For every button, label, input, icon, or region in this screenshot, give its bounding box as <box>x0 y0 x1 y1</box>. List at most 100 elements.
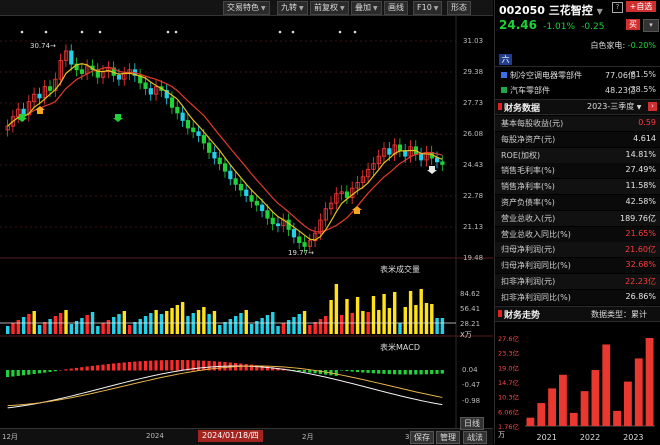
volume-bar <box>260 318 264 334</box>
finance-period-select[interactable]: 2023-三季度 ▼ <box>587 101 641 112</box>
buy-button[interactable]: 买 <box>626 19 640 30</box>
adjust-button[interactable]: 前复权 ▼ <box>310 1 349 15</box>
trend-y-label: 1.76亿 <box>498 422 519 431</box>
candle-body <box>397 144 403 151</box>
macd-bar <box>96 365 100 371</box>
divider <box>495 66 660 67</box>
volume-bar <box>202 307 206 334</box>
macd-bar <box>424 370 428 375</box>
macd-bar <box>334 370 338 376</box>
volume-bar <box>286 320 291 334</box>
trade-feature-button[interactable]: 交易特色 ▼ <box>223 1 270 15</box>
volume-bar <box>228 319 233 334</box>
marker-dot <box>291 30 295 34</box>
save-button[interactable]: 保存 <box>410 431 434 444</box>
volume-bar <box>59 313 63 334</box>
marker-dot <box>353 30 357 34</box>
macd-bar <box>419 370 423 375</box>
chevron-right-icon[interactable]: › <box>648 102 657 111</box>
macd-bar <box>175 360 179 371</box>
finance-value: 0.59 <box>638 118 656 127</box>
macd-pane-title: 表米MACD <box>380 343 420 352</box>
finance-value: 189.76亿 <box>620 213 656 223</box>
volume-bar <box>21 317 26 334</box>
macd-bar <box>127 361 132 371</box>
macd-bar <box>297 370 301 372</box>
finance-row: 营业总收入(元) 189.76亿 <box>495 210 660 226</box>
macd-bar <box>69 368 73 371</box>
marker-dot <box>98 30 102 34</box>
candle-body <box>244 189 249 197</box>
manage-button[interactable]: 管理 <box>436 431 460 444</box>
volume-bar <box>180 302 185 334</box>
volume-bar <box>382 294 386 334</box>
candle-body <box>175 106 180 114</box>
macd-bar <box>302 370 307 372</box>
finance-value: 21.60亿 <box>625 245 656 255</box>
macd-bar <box>32 370 36 374</box>
panel-tab[interactable]: 六 <box>499 54 512 65</box>
macd-bar <box>398 370 402 375</box>
macd-bar <box>408 370 413 375</box>
finance-key: 销售净利率(%) <box>501 182 555 192</box>
nine-turn-button[interactable]: 九转 ▼ <box>277 1 308 15</box>
marker-dot <box>338 30 342 34</box>
ma-line-red <box>7 66 443 233</box>
candle-body <box>201 135 206 144</box>
trend-y-label: 14.7亿 <box>498 378 519 387</box>
finance-title: 财务数据 <box>504 104 541 114</box>
volume-bar <box>80 318 84 334</box>
more-button[interactable]: ▾ <box>643 19 659 32</box>
volume-bar <box>127 325 132 334</box>
finance-key: ROE(加权) <box>501 150 541 160</box>
finance-trend-chart[interactable]: 27.6亿 23.3亿 19.0亿 14.7亿 10.3亿 6.06亿 1.76亿万 2021… <box>495 322 660 444</box>
strategy-button[interactable]: 战法 <box>463 431 487 444</box>
volume-bar <box>345 299 349 334</box>
macd-bar <box>59 370 63 371</box>
candle-body <box>260 204 265 212</box>
period-button[interactable]: 日线 <box>460 417 484 430</box>
volume-label: 56.41 <box>460 305 481 313</box>
candle-body <box>217 157 222 165</box>
macd-bar <box>85 366 89 371</box>
trend-y-label: 10.3亿 <box>498 393 519 402</box>
candle-body <box>434 157 440 163</box>
volume-bar <box>302 311 307 334</box>
kline-chart[interactable] <box>0 16 493 428</box>
pattern-button[interactable]: 形态 <box>447 1 471 15</box>
volume-label: 84.62 <box>460 290 481 298</box>
time-axis-bar: 12月 2024 2024/01/18/四 2月 3月 保存 管理 战法 <box>0 428 493 445</box>
f10-button[interactable]: F10 ▼ <box>413 1 443 15</box>
draw-line-button[interactable]: 画线 <box>384 1 408 15</box>
trend-bar <box>645 338 654 426</box>
volume-bar <box>424 303 429 334</box>
price-label: 26.08 <box>463 130 484 138</box>
trend-type-select[interactable]: 数据类型：累计 <box>591 309 647 320</box>
candle-body <box>265 210 270 219</box>
plate-name: 白色家电 <box>590 41 623 50</box>
finance-value: 42.58% <box>625 197 656 206</box>
volume-bar <box>165 311 169 334</box>
finance-value: 26.86% <box>625 291 656 301</box>
macd-bar <box>202 360 206 371</box>
macd-bar <box>138 361 142 371</box>
volume-bar <box>133 322 137 334</box>
candle-body <box>302 242 307 247</box>
plate-line[interactable]: 白色家电: -0.20% <box>590 40 656 51</box>
volume-bar <box>297 314 301 334</box>
add-favorite-button[interactable]: +自选 <box>626 1 656 12</box>
candle-body <box>249 195 254 202</box>
volume-bar <box>32 311 36 334</box>
info-icon[interactable]: ? <box>612 2 623 13</box>
volume-bar <box>191 313 195 334</box>
finance-key: 扣非净利润(元) <box>501 277 556 286</box>
candle-body <box>169 97 175 108</box>
price-label: 19.48 <box>463 254 484 262</box>
volume-bar <box>265 315 270 334</box>
trend-header: 财务走势 数据类型：累计 <box>495 306 660 322</box>
overlay-button[interactable]: 叠加 ▼ <box>351 1 382 15</box>
chevron-down-icon[interactable]: ▼ <box>597 7 603 16</box>
trend-unit: 万 <box>498 431 505 439</box>
change-amount: -0.25 <box>581 22 605 32</box>
chevron-down-icon: ▼ <box>340 5 345 12</box>
